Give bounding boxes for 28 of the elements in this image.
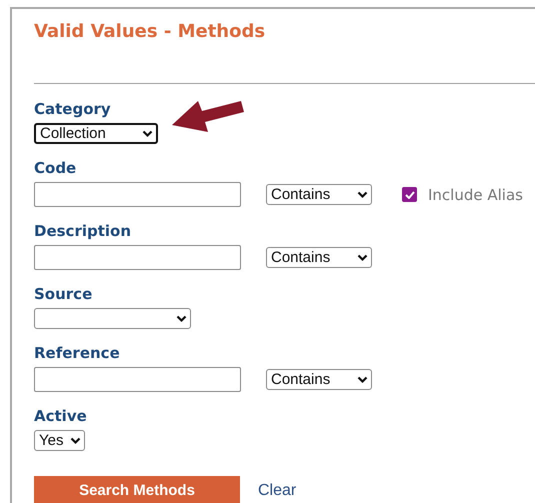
text-input[interactable] [34,245,241,270]
field-label: Category [34,101,111,118]
field-label: Code [34,160,76,177]
chevron-down-icon [176,314,187,322]
clear-link[interactable]: Clear [258,482,296,500]
match-dropdown[interactable]: Contains [266,369,372,390]
page-title: Valid Values - Methods [34,21,266,43]
chevron-down-icon [357,376,368,384]
chevron-down-icon [357,254,368,262]
search-button[interactable]: Search Methods [34,476,240,503]
checkmark-icon [404,190,414,198]
chevron-down-icon [142,130,153,138]
checkbox[interactable] [402,187,417,202]
dropdown[interactable]: Collection [34,123,158,144]
chevron-down-icon [357,190,368,198]
arrow-icon [170,100,245,135]
dropdown[interactable] [34,308,191,329]
dropdown[interactable]: Yes [34,430,85,451]
field-label: Active [34,408,87,425]
text-input[interactable] [34,367,241,392]
match-dropdown[interactable]: Contains [266,184,372,205]
field-label: Source [34,286,92,303]
field-label: Reference [34,345,120,362]
text-input[interactable] [34,182,241,207]
checkbox-label: Include Alias [428,186,523,204]
chevron-down-icon [70,436,81,444]
match-dropdown[interactable]: Contains [266,247,372,268]
field-label: Description [34,223,132,240]
